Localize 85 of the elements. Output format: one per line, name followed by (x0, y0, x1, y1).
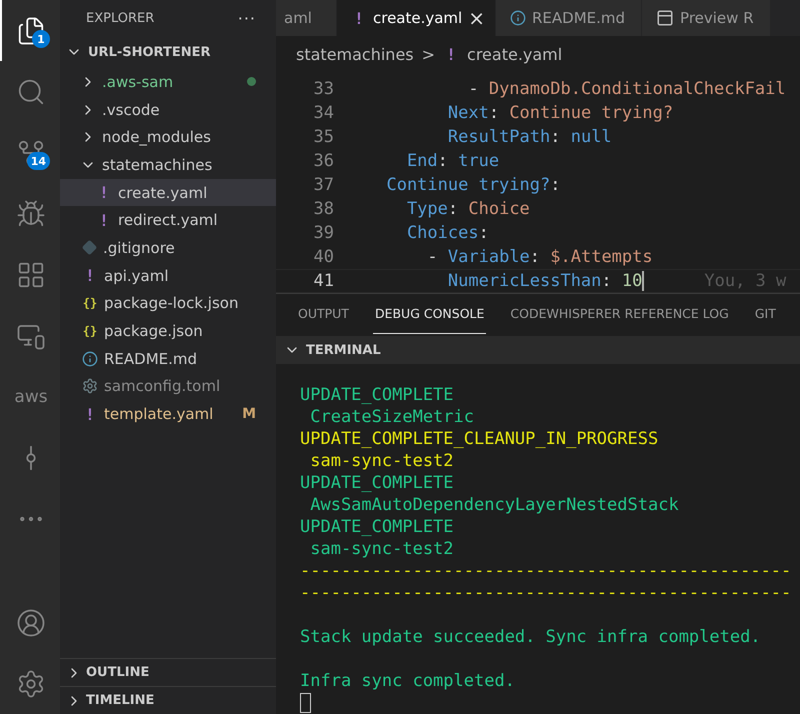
code-line: Type: Choice (406, 199, 530, 219)
status-dot (247, 77, 256, 86)
code-line: - DynamoDb.ConditionalCheckFail (467, 79, 786, 99)
file-type-icon: ! (96, 210, 112, 230)
file-item[interactable]: {} package.json (60, 317, 276, 345)
code-line: - Variable: $.Attempts (426, 247, 653, 267)
line-number: 37 (312, 175, 334, 195)
sidebar-title: EXPLORER (86, 10, 154, 26)
line-number: 36 (312, 151, 334, 171)
file-item[interactable]: README.md (60, 344, 276, 373)
settings-icon[interactable] (16, 668, 46, 698)
line-number: 33 (312, 79, 334, 99)
breadcrumb-separator: > (422, 44, 436, 64)
code-line: Next: Continue trying? (446, 103, 674, 123)
bug-icon[interactable] (16, 198, 46, 228)
code-line: ResultPath: null (446, 127, 612, 147)
panel-tab[interactable]: GIT (752, 294, 778, 334)
panel-tab[interactable]: DEBUG CONSOLE (372, 294, 486, 334)
breadcrumb-item[interactable]: create.yaml (467, 44, 562, 64)
terminal-line: Stack update succeeded. Sync infra completed. (300, 626, 762, 648)
editor-tab[interactable]: Preview R (642, 0, 771, 36)
code-line: NumericLessThan: 10 (446, 271, 644, 291)
preview-icon (656, 9, 674, 27)
code-line: Continue trying?: (385, 175, 560, 195)
more-actions[interactable]: ··· (238, 8, 256, 28)
file-type-icon: ! (443, 44, 460, 64)
terminal-line: sam-sync-test2 (309, 450, 455, 472)
editor-tab[interactable]: ! create.yaml × (336, 0, 496, 36)
files-icon[interactable] (16, 16, 46, 46)
count-badge: 14 (26, 152, 50, 170)
info-icon (510, 10, 526, 26)
file-type-icon: ! (82, 266, 98, 286)
terminal-header[interactable]: TERMINAL (276, 336, 800, 364)
aws-logo[interactable]: aws (14, 386, 48, 406)
terminal-cursor (300, 693, 311, 714)
info-icon (82, 350, 98, 367)
terminal-line: UPDATE_COMPLETE (300, 384, 455, 406)
folder-item[interactable]: node_modules (60, 123, 276, 152)
git-file-icon (82, 240, 97, 256)
line-number: 34 (312, 103, 334, 123)
file-item[interactable]: {} package-lock.json (60, 290, 276, 318)
terminal-line: UPDATE_COMPLETE_CLEANUP_IN_PROGRESS (300, 428, 660, 450)
folder-item[interactable]: .vscode (60, 96, 276, 124)
file-item[interactable]: ! template.yaml M (60, 400, 276, 428)
terminal-line: sam-sync-test2 (309, 538, 455, 560)
terminal-line: AwsSamAutoDependencyLayerNestedStack (309, 494, 680, 516)
terminal-line: ------------------------------------------------ (300, 560, 792, 582)
line-number: 39 (312, 223, 334, 243)
terminal-line: Infra sync completed. (300, 670, 516, 692)
line-number: 38 (312, 199, 334, 219)
workspace-root[interactable]: URL-SHORTENER (60, 36, 276, 68)
gear-icon (82, 378, 98, 394)
blame-annotation: You, 3 w (704, 271, 786, 291)
section-header[interactable]: TIMELINE (60, 686, 276, 714)
file-item[interactable]: ! api.yaml (60, 262, 276, 290)
file-item[interactable]: samconfig.toml (60, 372, 276, 400)
line-number: 35 (312, 127, 334, 147)
terminal-line: UPDATE_COMPLETE (300, 472, 455, 494)
terminal-line: UPDATE_COMPLETE (300, 516, 455, 538)
editor-tab[interactable]: README.md (496, 0, 642, 36)
file-item[interactable]: ! redirect.yaml (60, 206, 276, 234)
file-type-icon: ! (96, 183, 112, 202)
code-line: End: true (406, 151, 500, 171)
file-item[interactable]: .gitignore (60, 234, 276, 262)
terminal-line: CreateSizeMetric (309, 406, 475, 428)
terminal-line: ------------------------------------------------ (300, 582, 792, 604)
section-header[interactable]: OUTLINE (60, 658, 276, 686)
code-line: Choices: (406, 223, 489, 243)
folder-item[interactable]: .aws-sam (60, 68, 276, 96)
breadcrumb-item[interactable]: statemachines (296, 44, 414, 64)
file-item[interactable]: ! create.yaml (60, 178, 276, 206)
git-status-label: M (242, 406, 256, 422)
line-number: 41 (312, 271, 334, 291)
editor-tab[interactable]: aml (276, 0, 337, 36)
close-tab-button[interactable]: × (468, 8, 485, 28)
panel-tab[interactable]: OUTPUT (296, 294, 351, 334)
account-icon[interactable] (16, 608, 46, 638)
panel-tab[interactable]: CODEWHISPERER REFERENCE LOG (508, 294, 731, 334)
file-type-icon: ! (350, 8, 367, 28)
folder-item[interactable]: statemachines (60, 151, 276, 179)
file-type-icon: {} (82, 296, 98, 310)
file-type-icon: {} (82, 324, 98, 338)
file-type-icon: ! (82, 404, 98, 424)
line-number: 40 (312, 247, 334, 267)
count-badge: 1 (32, 30, 50, 48)
